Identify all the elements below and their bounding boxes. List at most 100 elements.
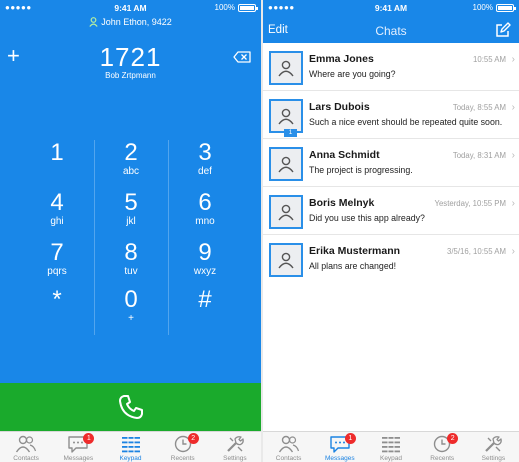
chat-row[interactable]: Emma Jones 10:55 AM › Where are you goin… [263,43,519,91]
chevron-right-icon: › [511,198,515,209]
keypad-background: ●●●●● 9:41 AM 100% John Ethon, 9422 + 17… [0,0,261,383]
tab-keypad[interactable]: Keypad [365,432,416,462]
chevron-right-icon: › [511,102,515,113]
avatar [269,243,303,277]
tab-contacts[interactable]: Contacts [0,432,52,462]
chat-time: Today, 8:31 AM [452,151,506,160]
key-letters: jkl [126,216,136,227]
avatar [269,51,303,85]
person-icon [278,252,294,269]
chat-row[interactable]: Boris Melnyk Yesterday, 10:55 PM › Did y… [263,187,519,235]
chat-name: Boris Melnyk [309,197,375,209]
battery-icon [238,3,258,12]
person-icon [278,108,294,125]
keypad-key[interactable]: 7 pqrs [20,240,94,290]
avatar [269,195,303,229]
chat-name: Lars Dubois [309,101,370,113]
key-digit: 6 [198,189,212,216]
battery-percent: 100% [214,3,235,12]
tab-label: Keypad [119,455,142,462]
key-digit: * [52,286,62,313]
tab-label: Messages [324,455,355,462]
key-digit: 4 [50,189,64,216]
keypad-key[interactable]: 3 def [168,140,242,190]
tab-label: Recents [430,455,455,462]
key-letters: def [198,166,212,177]
key-letters: ghi [50,216,64,227]
tab-label: Messages [63,455,94,462]
tab-label: Settings [223,455,247,462]
tab-recents[interactable]: Recents 2 [417,432,468,462]
key-digit: 3 [198,139,212,166]
tab-label: Settings [481,455,506,462]
chat-row[interactable]: Erika Mustermann 3/5/16, 10:55 AM › All … [263,235,519,283]
tab-label: Recents [170,455,195,462]
chat-name: Emma Jones [309,53,374,65]
keypad-key[interactable]: # [168,287,242,337]
keypad-key[interactable]: 9 wxyz [168,240,242,290]
keypad-key[interactable]: 5 jkl [94,190,168,240]
key-letters: abc [122,166,140,177]
tab-messages[interactable]: Messages 1 [52,432,104,462]
chat-list: Emma Jones 10:55 AM › Where are you goin… [263,43,519,283]
tab-label: Contacts [275,455,302,462]
messages-icon [314,435,365,455]
recents-icon [417,435,468,455]
keypad-key[interactable]: 4 ghi [20,190,94,240]
key-letters: tuv [124,266,138,277]
keypad-key[interactable]: 1 [20,140,94,190]
key-digit: 1 [50,139,64,166]
key-letters: mno [195,216,215,227]
notification-badge: 2 [187,433,199,444]
chevron-right-icon: › [511,54,515,65]
keypad-key[interactable]: 8 tuv [94,240,168,290]
keypad-key[interactable]: 0 + [94,287,168,337]
tab-messages[interactable]: Messages 1 [314,432,365,462]
chat-row[interactable]: 1 Lars Dubois Today, 8:55 AM › Such a ni… [263,91,519,139]
keypad-key[interactable]: * [20,287,94,337]
tab-bar: Contacts Messages 1 Keypad Recents 2 Settings [0,431,261,462]
avatar [269,147,303,181]
battery-percent: 100% [472,3,493,12]
key-letters: + [128,313,134,324]
tab-keypad[interactable]: Keypad [104,432,156,462]
tab-settings[interactable]: Settings [468,432,519,462]
battery-icon [496,3,516,12]
tab-contacts[interactable]: Contacts [263,432,314,462]
keypad-screen: ●●●●● 9:41 AM 100% John Ethon, 9422 + 17… [0,0,261,462]
person-icon [278,156,294,173]
chevron-right-icon: › [511,150,515,161]
person-icon [278,60,294,77]
chat-preview: Did you use this app already? [309,213,425,223]
compose-icon[interactable] [495,22,511,38]
chevron-right-icon: › [511,246,515,257]
key-letters: wxyz [193,266,217,277]
tab-settings[interactable]: Settings [209,432,261,462]
notification-badge: 1 [344,433,356,444]
chat-preview: All plans are changed! [309,261,397,271]
keypad-icon [365,435,416,455]
matched-contact-name: Bob Zrtpmann [105,71,156,80]
caller-line-text: John Ethon, 9422 [101,17,172,27]
tab-label: Keypad [379,455,403,462]
unread-badge: 1 [284,129,297,137]
call-button[interactable] [0,383,261,431]
dial-pad: 1 2 abc 3 def 4 ghi 5 jkl 6 mno 7 pqrs 8 tuv 9 wxyz * 0 + # [20,140,242,340]
contacts-icon [0,435,52,455]
chat-time: 3/5/16, 10:55 AM [447,247,506,256]
user-icon [89,17,98,27]
keypad-key[interactable]: 6 mno [168,190,242,240]
contacts-icon [263,435,314,455]
key-digit: # [198,286,212,313]
key-digit: 7 [50,239,64,266]
person-icon [278,204,294,221]
key-letters: pqrs [47,266,67,277]
caller-line: John Ethon, 9422 [0,17,261,27]
page-title: Chats [375,24,407,38]
tab-recents[interactable]: Recents 2 [157,432,209,462]
chat-preview: The project is progressing. [309,165,413,175]
chat-row[interactable]: Anna Schmidt Today, 8:31 AM › The projec… [263,139,519,187]
keypad-key[interactable]: 2 abc [94,140,168,190]
backspace-icon[interactable] [233,51,251,63]
settings-icon [468,435,519,455]
